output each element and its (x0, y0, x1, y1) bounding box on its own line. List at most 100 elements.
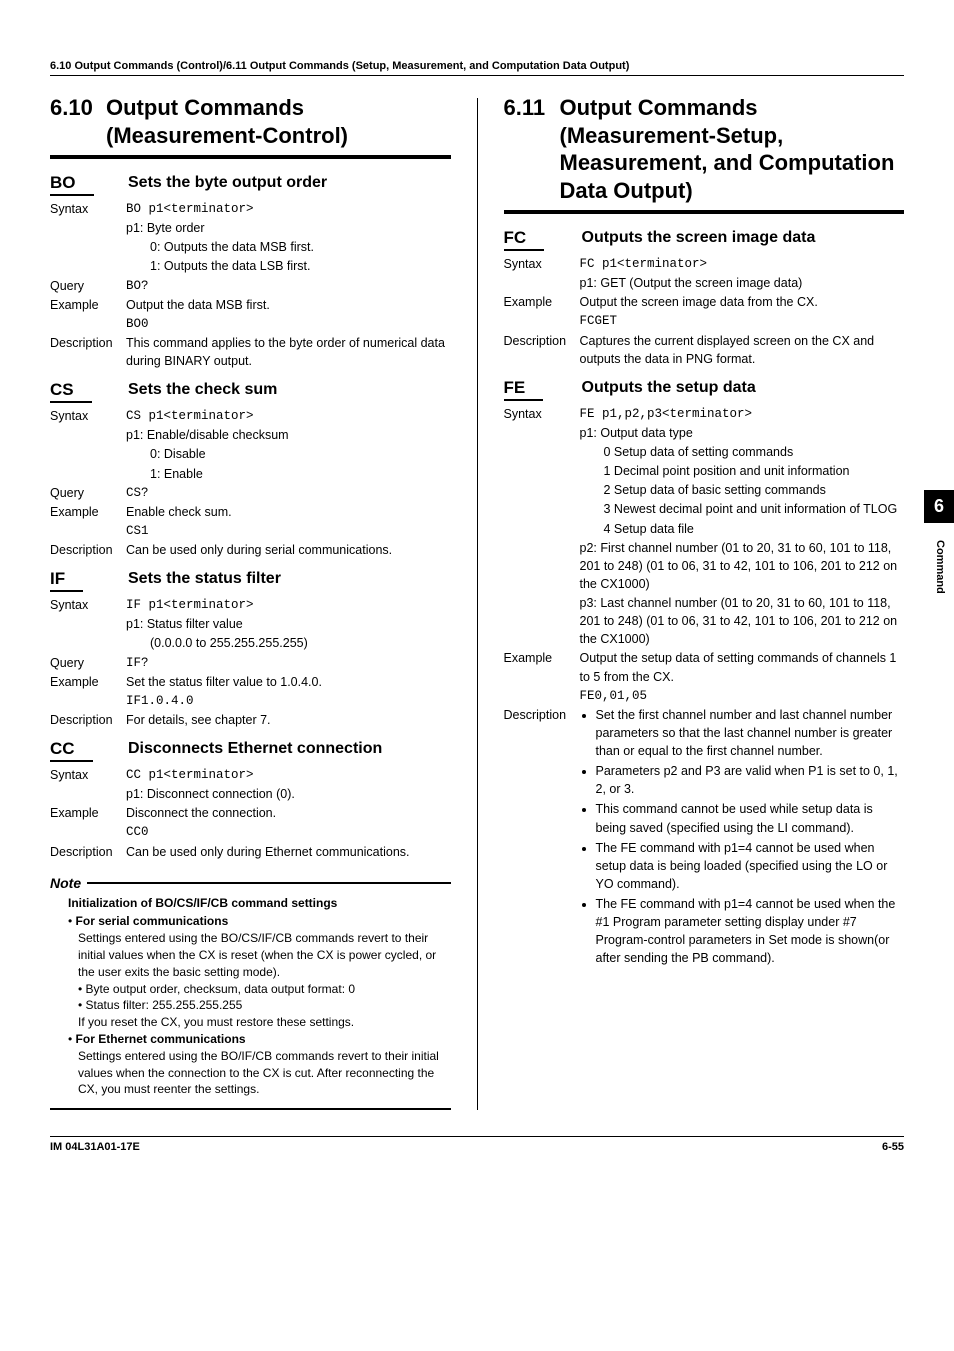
note-title: Initialization of BO/CS/IF/CB command se… (68, 895, 451, 912)
page: 6.10 Output Commands (Control)/6.11 Outp… (0, 0, 954, 1193)
fe-example-code: FE0,01,05 (580, 687, 905, 705)
cc-p1: p1: Disconnect connection (0). (126, 785, 451, 803)
cs-p1: p1: Enable/disable checksum (126, 426, 451, 444)
label-description: Description (504, 706, 580, 970)
section-number: 6.11 (504, 94, 560, 204)
cmd-fc-title: Outputs the screen image data (582, 228, 905, 248)
bo-opt1: 1: Outputs the data LSB first. (126, 257, 451, 275)
bo-query: BO? (126, 277, 451, 295)
fe-desc-2: This command cannot be used while setup … (596, 800, 905, 836)
label-syntax: Syntax (50, 200, 126, 218)
cc-description: Can be used only during Ethernet communi… (126, 843, 451, 861)
bo-example-code: BO0 (126, 315, 451, 333)
label-description: Description (50, 711, 126, 729)
if-example-code: IF1.0.4.0 (126, 692, 451, 710)
note-eth-head: For Ethernet communications (76, 1032, 246, 1046)
note-serial-head: For serial communications (76, 914, 229, 928)
if-range: (0.0.0.0 to 255.255.255.255) (126, 634, 451, 652)
fc-p1: p1: GET (Output the screen image data) (580, 274, 905, 292)
fe-p1-2: 2 Setup data of basic setting commands (580, 481, 905, 499)
footer-left: IM 04L31A01-17E (50, 1141, 140, 1153)
section-number: 6.10 (50, 94, 106, 149)
fc-description: Captures the current displayed screen on… (580, 332, 905, 368)
fe-desc-0: Set the first channel number and last ch… (596, 706, 905, 760)
fe-p1-label: p1: Output data type (580, 424, 905, 442)
if-description: For details, see chapter 7. (126, 711, 451, 729)
label-description: Description (504, 332, 580, 368)
footer: IM 04L31A01-17E 6-55 (50, 1136, 904, 1153)
fe-desc-1: Parameters p2 and P3 are valid when P1 i… (596, 762, 905, 798)
if-p1: p1: Status filter value (126, 615, 451, 633)
fc-example-code: FCGET (580, 312, 905, 330)
cmd-if-title: Sets the status filter (128, 569, 451, 589)
fe-p1-1: 1 Decimal point position and unit inform… (580, 462, 905, 480)
cmd-fc-code: FC (504, 228, 545, 251)
left-column: 6.10 Output Commands (Measurement-Contro… (50, 94, 451, 1110)
cmd-fe-title: Outputs the setup data (582, 378, 905, 398)
label-example: Example (50, 296, 126, 314)
fe-description-list: Set the first channel number and last ch… (580, 706, 905, 968)
label-syntax: Syntax (50, 407, 126, 425)
note-head: Note (50, 875, 451, 891)
cmd-fe-code: FE (504, 378, 544, 401)
cs-opt1: 1: Enable (126, 465, 451, 483)
bo-syntax: BO p1<terminator> (126, 200, 451, 218)
cc-example-text: Disconnect the connection. (126, 804, 451, 822)
cs-syntax: CS p1<terminator> (126, 407, 451, 425)
label-syntax: Syntax (50, 766, 126, 784)
cs-description: Can be used only during serial communica… (126, 541, 451, 559)
label-example: Example (504, 649, 580, 685)
note-serial-b1: Byte output order, checksum, data output… (86, 982, 355, 996)
title-rule (504, 210, 905, 214)
note-label: Note (50, 875, 81, 891)
label-description: Description (50, 334, 126, 370)
label-example: Example (50, 673, 126, 691)
section-title-text: Output Commands (Measurement-Setup, Meas… (560, 94, 905, 204)
if-example-text: Set the status filter value to 1.0.4.0. (126, 673, 451, 691)
note-serial-b2: Status filter: 255.255.255.255 (86, 998, 243, 1012)
cs-query: CS? (126, 484, 451, 502)
note-serial-tail: If you reset the CX, you must restore th… (68, 1014, 451, 1031)
note-serial-body: Settings entered using the BO/CS/IF/CB c… (68, 930, 451, 980)
fe-p2: p2: First channel number (01 to 20, 31 t… (580, 539, 905, 593)
section-6-11-title: 6.11 Output Commands (Measurement-Setup,… (504, 94, 905, 204)
cmd-cs-code: CS (50, 380, 92, 403)
if-syntax: IF p1<terminator> (126, 596, 451, 614)
label-query: Query (50, 277, 126, 295)
fe-desc-4: The FE command with p1=4 cannot be used … (596, 895, 905, 968)
label-example: Example (504, 293, 580, 311)
fe-p1-3: 3 Newest decimal point and unit informat… (580, 500, 905, 518)
label-query: Query (50, 654, 126, 672)
side-tab-index: 6 (924, 490, 954, 523)
title-rule (50, 155, 451, 159)
note-body: Initialization of BO/CS/IF/CB command se… (50, 891, 451, 1111)
note-eth-body: Settings entered using the BO/IF/CB comm… (68, 1048, 451, 1098)
label-query: Query (50, 484, 126, 502)
side-tab-label: Command (934, 540, 946, 594)
label-description: Description (50, 541, 126, 559)
fe-syntax: FE p1,p2,p3<terminator> (580, 405, 905, 423)
footer-right: 6-55 (882, 1141, 904, 1153)
fe-p3: p3: Last channel number (01 to 20, 31 to… (580, 594, 905, 648)
fe-desc-3: The FE command with p1=4 cannot be used … (596, 839, 905, 893)
cc-example-code: CC0 (126, 823, 451, 841)
cmd-cc-code: CC (50, 739, 93, 762)
label-example: Example (50, 804, 126, 822)
cs-opt0: 0: Disable (126, 445, 451, 463)
fc-syntax: FC p1<terminator> (580, 255, 905, 273)
cmd-if-code: IF (50, 569, 83, 592)
if-query: IF? (126, 654, 451, 672)
cmd-bo-code: BO (50, 173, 94, 196)
bo-p1: p1: Byte order (126, 219, 451, 237)
label-syntax: Syntax (50, 596, 126, 614)
section-title-text: Output Commands (Measurement-Control) (106, 94, 451, 149)
fe-p1-0: 0 Setup data of setting commands (580, 443, 905, 461)
cmd-cs-title: Sets the check sum (128, 380, 451, 400)
running-head: 6.10 Output Commands (Control)/6.11 Outp… (50, 60, 904, 76)
label-syntax: Syntax (504, 255, 580, 273)
bo-opt0: 0: Outputs the data MSB first. (126, 238, 451, 256)
cc-syntax: CC p1<terminator> (126, 766, 451, 784)
label-description: Description (50, 843, 126, 861)
fe-p1-4: 4 Setup data file (580, 520, 905, 538)
label-syntax: Syntax (504, 405, 580, 423)
